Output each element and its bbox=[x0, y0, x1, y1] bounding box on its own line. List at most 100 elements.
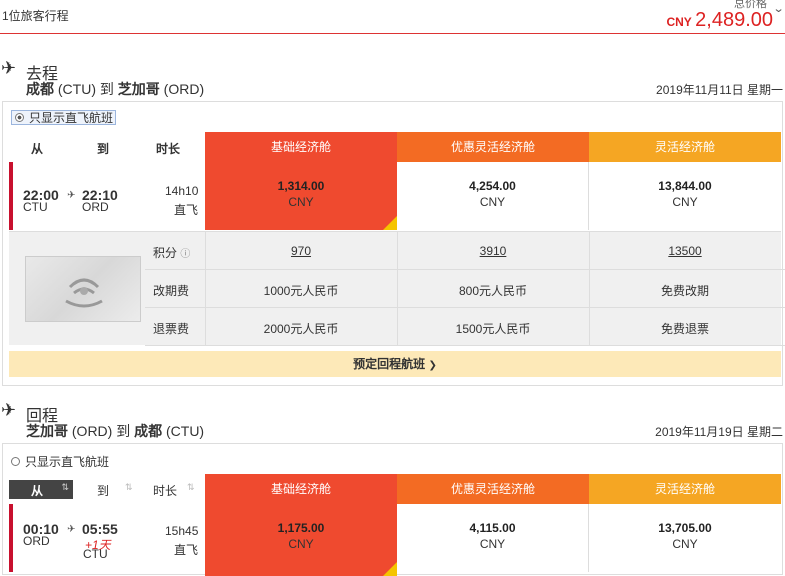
outbound-route: 成都 (CTU) 到 芝加哥 (ORD) bbox=[26, 79, 204, 99]
points-flex[interactable]: 13500 bbox=[589, 244, 781, 258]
total-currency: CNY bbox=[666, 15, 692, 29]
radio-icon[interactable] bbox=[11, 457, 20, 466]
book-return-label: 预定回程航班 bbox=[353, 357, 426, 371]
currency: CNY bbox=[288, 195, 314, 209]
col-to[interactable]: 到 bbox=[97, 482, 109, 499]
currency: CNY bbox=[672, 195, 698, 209]
arrival-code: CTU bbox=[83, 547, 108, 561]
refund-fee-flex: 免费退票 bbox=[660, 322, 709, 336]
fare-option-discount-flex[interactable]: 4,254.00 CNY bbox=[397, 162, 589, 230]
sort-icon: ⇅ bbox=[61, 482, 69, 492]
flight-arrow-icon: ✈ bbox=[67, 524, 76, 535]
change-fee-basic: 1000元人民币 bbox=[263, 284, 339, 298]
airplane-icon: ✈ bbox=[1, 58, 17, 78]
points-basic[interactable]: 970 bbox=[205, 244, 397, 258]
airline-logo bbox=[25, 256, 141, 322]
currency: CNY bbox=[479, 195, 506, 209]
route-to-word: 到 bbox=[99, 81, 114, 97]
arrival-code: ORD bbox=[82, 200, 109, 214]
arrival-time: 05:55 bbox=[82, 521, 118, 537]
currency: CNY bbox=[288, 537, 314, 551]
route-to-city: 成都 bbox=[134, 423, 163, 439]
departure-code: CTU bbox=[23, 200, 48, 214]
sort-icon[interactable]: ⇅ bbox=[125, 482, 133, 493]
points-discount-flex[interactable]: 3910 bbox=[397, 244, 589, 258]
flight-type: 直飞 bbox=[174, 543, 199, 557]
col-from: 从 bbox=[31, 484, 44, 498]
selected-indicator bbox=[9, 504, 13, 572]
refund-fee-basic: 2000元人民币 bbox=[263, 322, 339, 336]
fare-option-flex[interactable]: 13,705.00 CNY bbox=[589, 504, 781, 572]
route-to-code: (ORD) bbox=[163, 81, 205, 97]
price: 4,115.00 bbox=[469, 521, 516, 535]
airplane-icon: ✈ bbox=[1, 400, 17, 420]
fare-option-basic[interactable]: 1,314.00 CNY bbox=[205, 162, 397, 230]
change-fee-row: 改期费 1000元人民币 800元人民币 免费改期 bbox=[145, 270, 785, 308]
route-to-word: 到 bbox=[116, 423, 131, 439]
info-icon[interactable]: ⓘ bbox=[180, 249, 190, 260]
price: 13,844.00 bbox=[658, 179, 712, 193]
selected-corner-icon bbox=[383, 216, 397, 230]
sort-icon[interactable]: ⇅ bbox=[187, 482, 195, 493]
trip-summary-bar: 1位旅客行程 总价格 ⌄ CNY 2,489.00 bbox=[0, 0, 785, 34]
chevron-down-icon[interactable]: ⌄ bbox=[772, 2, 784, 15]
col-to[interactable]: 到 bbox=[97, 140, 109, 157]
points-label: 积分 ⓘ bbox=[153, 246, 191, 260]
selected-corner-icon bbox=[383, 562, 397, 576]
route-from-city: 成都 bbox=[26, 81, 54, 97]
route-from-code: (CTU) bbox=[57, 81, 96, 97]
total-amount: 2,489.00 bbox=[695, 9, 773, 31]
fare-option-discount-flex[interactable]: 4,115.00 CNY bbox=[397, 504, 589, 572]
flight-duration: 15h45 bbox=[165, 524, 199, 538]
total-price: CNY 2,489.00 bbox=[666, 9, 773, 32]
fare-head-basic: 基础经济舱 bbox=[205, 474, 397, 504]
fare-head-discount-flex: 优惠灵活经济舱 bbox=[397, 474, 589, 504]
col-duration[interactable]: 时长 bbox=[153, 482, 177, 499]
change-fee-discount-flex: 800元人民币 bbox=[458, 284, 528, 298]
change-fee-label: 改期费 bbox=[153, 284, 190, 298]
fare-option-flex[interactable]: 13,844.00 CNY bbox=[589, 162, 781, 230]
price: 13,705.00 bbox=[658, 521, 712, 535]
route-from-code: (ORD) bbox=[71, 423, 113, 439]
col-from[interactable]: 从 bbox=[31, 140, 43, 157]
currency: CNY bbox=[479, 537, 506, 551]
chevron-down-icon: ❯ bbox=[428, 360, 437, 371]
direct-only-toggle[interactable]: 只显示直飞航班 bbox=[11, 110, 117, 125]
sort-from-button[interactable]: 从 ⇅ bbox=[9, 480, 73, 499]
hainan-airlines-logo-icon bbox=[65, 278, 103, 308]
radio-icon[interactable] bbox=[15, 113, 24, 122]
return-panel: 只显示直飞航班 从 ⇅ 到 ⇅ 时长 ⇅ 基础经济舱 优惠灵活经济舱 灵活经济舱… bbox=[2, 443, 783, 576]
fare-head-discount-flex: 优惠灵活经济舱 bbox=[397, 132, 589, 162]
fare-head-flex: 灵活经济舱 bbox=[589, 474, 781, 504]
outbound-date: 2019年11月11日 星期一 bbox=[656, 83, 783, 97]
flight-arrow-icon: ✈ bbox=[67, 190, 76, 201]
selected-indicator bbox=[9, 162, 13, 230]
book-return-button[interactable]: 预定回程航班 ❯ bbox=[9, 351, 781, 377]
return-date: 2019年11月19日 星期二 bbox=[655, 425, 783, 439]
route-from-city: 芝加哥 bbox=[26, 423, 68, 439]
direct-only-label: 只显示直飞航班 bbox=[29, 111, 114, 125]
outbound-panel: 只显示直飞航班 从 到 时长 基础经济舱 优惠灵活经济舱 灵活经济舱 22:00… bbox=[2, 101, 785, 386]
direct-only-toggle[interactable]: 只显示直飞航班 bbox=[11, 453, 109, 470]
col-duration[interactable]: 时长 bbox=[156, 140, 180, 157]
fare-head-flex: 灵活经济舱 bbox=[589, 132, 781, 162]
flight-duration: 14h10 bbox=[165, 184, 199, 198]
return-route: 芝加哥 (ORD) 到 成都 (CTU) bbox=[26, 421, 204, 441]
refund-fee-label: 退票费 bbox=[153, 322, 190, 336]
change-fee-flex: 免费改期 bbox=[660, 284, 709, 298]
route-to-city: 芝加哥 bbox=[117, 81, 160, 97]
fare-option-basic[interactable]: 1,175.00 CNY bbox=[205, 504, 397, 576]
price: 1,314.00 bbox=[277, 179, 325, 193]
passenger-count: 1位旅客行程 bbox=[2, 9, 69, 23]
departure-code: ORD bbox=[23, 534, 50, 548]
fare-details: 积分 ⓘ 970 3910 13500 改期费 1000元人民币 800元人民币… bbox=[9, 231, 785, 346]
fare-head-basic: 基础经济舱 bbox=[205, 132, 397, 162]
route-to-code: (CTU) bbox=[166, 423, 205, 439]
currency: CNY bbox=[672, 537, 698, 551]
points-row: 积分 ⓘ 970 3910 13500 bbox=[145, 232, 785, 270]
refund-fee-row: 退票费 2000元人民币 1500元人民币 免费退票 bbox=[145, 308, 785, 346]
flight-type: 直飞 bbox=[174, 203, 199, 217]
refund-fee-discount-flex: 1500元人民币 bbox=[455, 322, 531, 336]
price: 4,254.00 bbox=[469, 179, 516, 193]
price: 1,175.00 bbox=[277, 521, 325, 535]
